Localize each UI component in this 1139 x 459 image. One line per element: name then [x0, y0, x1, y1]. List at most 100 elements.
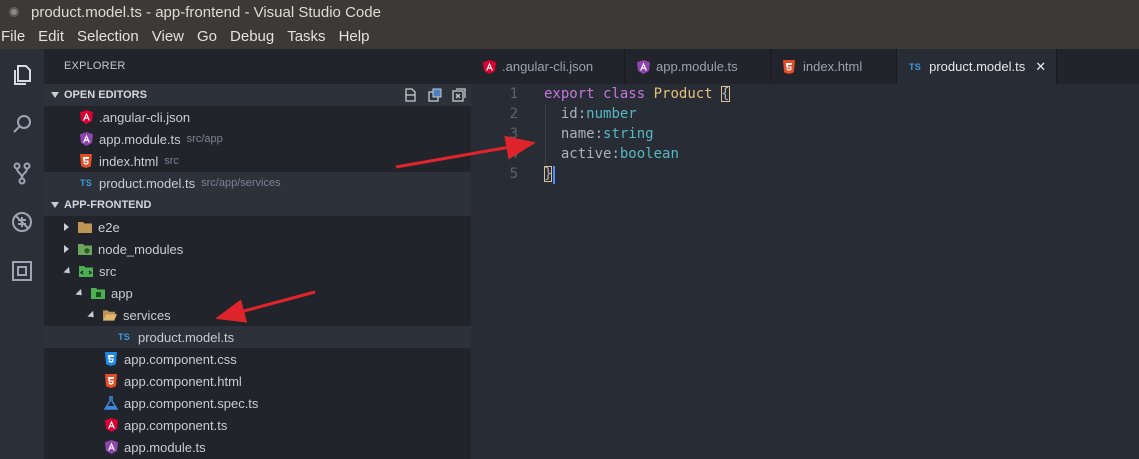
tree-file-component-ts[interactable]: app.component.ts — [44, 414, 471, 436]
line-number-gutter: 1 2 3 4 5 — [471, 84, 519, 184]
tree-folder-node-modules[interactable]: node_modules — [44, 238, 471, 260]
tree-file-component-css[interactable]: app.component.css — [44, 348, 471, 370]
window-title: product.model.ts - app-frontend - Visual… — [31, 3, 381, 21]
tree-folder-e2e[interactable]: e2e — [44, 216, 471, 238]
tree-item-label: app.component.ts — [124, 417, 228, 433]
html-icon — [104, 374, 118, 388]
tab-angular-cli-json[interactable]: .angular-cli.json — [471, 49, 625, 84]
menu-bar: File Edit Selection View Go Debug Tasks … — [0, 24, 1139, 49]
open-editor-item[interactable]: .angular-cli.json — [44, 106, 471, 128]
html-icon — [79, 154, 93, 168]
tree-file-component-html[interactable]: app.component.html — [44, 370, 471, 392]
tree-item-label: e2e — [98, 219, 120, 235]
menu-help[interactable]: Help — [339, 28, 370, 45]
open-editor-name: product.model.ts — [99, 175, 196, 191]
open-editor-item[interactable]: index.html src — [44, 150, 471, 172]
test-flask-icon — [104, 396, 118, 410]
open-editor-name: index.html — [99, 153, 159, 169]
tab-product-model[interactable]: TS product.model.ts ✕ — [897, 49, 1057, 84]
typescript-icon: TS — [79, 178, 93, 188]
tree-folder-src[interactable]: src — [44, 260, 471, 282]
tree-item-label: product.model.ts — [138, 329, 235, 345]
angular-icon — [79, 110, 93, 124]
keyword: class — [603, 86, 646, 102]
collapse-icon — [51, 92, 59, 98]
tree-file-product-model[interactable]: TS product.model.ts — [44, 326, 471, 348]
line-number: 5 — [509, 166, 518, 182]
save-all-icon[interactable] — [427, 87, 443, 103]
colon: : — [594, 126, 604, 142]
type-name: string — [603, 126, 654, 142]
source-control-icon[interactable] — [6, 157, 38, 189]
tree-item-label: app.module.ts — [124, 439, 206, 455]
code-line: } — [544, 164, 730, 184]
explorer-header: EXPLORER — [64, 60, 126, 72]
close-icon[interactable]: ✕ — [1035, 59, 1046, 75]
menu-edit[interactable]: Edit — [38, 28, 64, 45]
property-name: name — [560, 126, 595, 142]
tree-file-component-spec[interactable]: app.component.spec.ts — [44, 392, 471, 414]
line-number: 1 — [509, 86, 518, 102]
new-file-icon[interactable] — [403, 87, 419, 103]
window-control-icon[interactable] — [9, 7, 19, 17]
chevron-down-icon — [63, 266, 73, 276]
node-folder-icon — [78, 242, 92, 256]
tab-label: .angular-cli.json — [502, 59, 594, 74]
tab-index-html[interactable]: index.html — [771, 49, 897, 84]
search-icon[interactable] — [6, 108, 38, 140]
tree-folder-app[interactable]: app — [44, 282, 471, 304]
menu-tasks[interactable]: Tasks — [287, 28, 325, 45]
project-title: APP-FRONTEND — [64, 199, 152, 211]
chevron-down-icon — [75, 288, 85, 298]
activity-bar — [0, 49, 44, 459]
close-all-icon[interactable] — [451, 87, 467, 103]
tree-item-label: app — [111, 285, 133, 301]
open-editor-item-active[interactable]: TS product.model.ts src/app/services — [44, 172, 471, 194]
angular-icon — [483, 59, 496, 74]
open-editors-section-header[interactable]: OPEN EDITORS — [44, 84, 471, 106]
code-line: export class Product { — [544, 84, 730, 104]
open-editor-item[interactable]: app.module.ts src/app — [44, 128, 471, 150]
angular-icon — [104, 440, 118, 454]
src-folder-icon — [79, 264, 93, 278]
open-editors-title: OPEN EDITORS — [64, 89, 147, 101]
chevron-right-icon — [64, 245, 69, 253]
tree-item-label: node_modules — [98, 241, 184, 257]
bracket-match: { — [721, 86, 730, 102]
class-name: Product — [653, 86, 713, 102]
line-number: 3 — [509, 126, 518, 142]
code-line: name:string — [544, 124, 730, 144]
tree-folder-services[interactable]: services — [44, 304, 471, 326]
property-name: active — [560, 146, 612, 162]
debug-icon[interactable] — [6, 206, 38, 238]
project-section-header[interactable]: APP-FRONTEND — [44, 194, 471, 216]
open-editor-path: src/app — [186, 133, 223, 145]
typescript-icon: TS — [909, 61, 922, 72]
keyword: export — [544, 86, 595, 102]
type-name: boolean — [619, 146, 679, 162]
explorer-sidebar: EXPLORER OPEN EDITORS .angular-cli.json … — [44, 49, 471, 459]
tab-label: product.model.ts — [929, 59, 1026, 74]
extensions-icon[interactable] — [6, 255, 38, 287]
bracket-match: } — [544, 166, 553, 182]
angular-icon — [104, 418, 118, 432]
tree-file-app-module[interactable]: app.module.ts — [44, 436, 471, 458]
app-folder-icon — [91, 286, 105, 300]
explorer-icon[interactable] — [6, 59, 38, 91]
menu-view[interactable]: View — [152, 28, 184, 45]
menu-file[interactable]: File — [1, 28, 25, 45]
tab-app-module[interactable]: app.module.ts — [625, 49, 771, 84]
typescript-icon: TS — [117, 332, 131, 342]
angular-icon — [79, 132, 93, 146]
tree-item-label: app.component.css — [124, 351, 237, 367]
menu-selection[interactable]: Selection — [77, 28, 139, 45]
tree-item-label: app.component.html — [124, 373, 242, 389]
folder-open-icon — [103, 308, 117, 322]
menu-go[interactable]: Go — [197, 28, 217, 45]
tab-label: app.module.ts — [656, 59, 738, 74]
code-line: id:number — [544, 104, 730, 124]
code-editor[interactable]: 1 2 3 4 5 export class Product { id:numb… — [471, 84, 1139, 459]
menu-debug[interactable]: Debug — [230, 28, 274, 45]
title-bar: product.model.ts - app-frontend - Visual… — [0, 0, 1139, 24]
property-name: id — [560, 106, 578, 122]
